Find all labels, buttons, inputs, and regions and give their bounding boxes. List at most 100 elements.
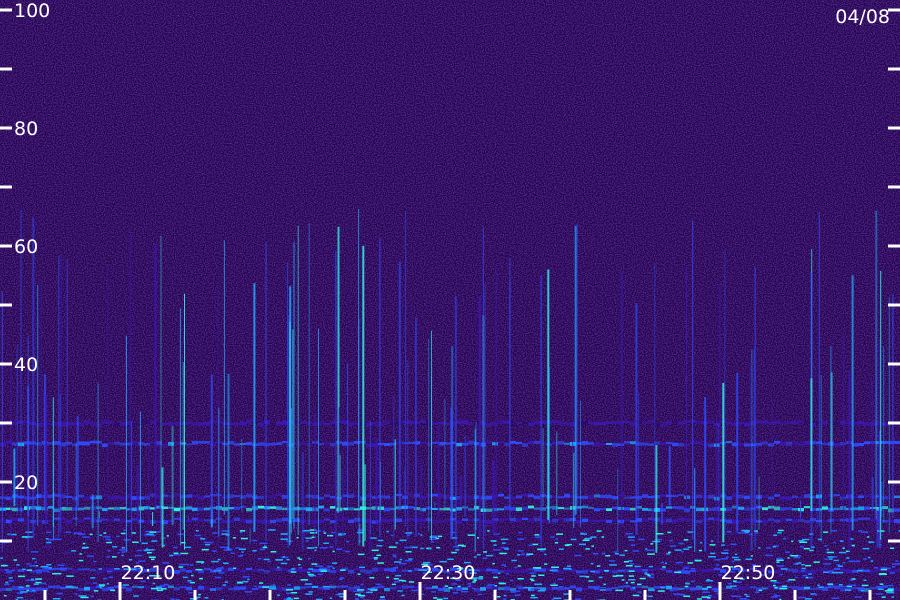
low-frequency-speck [103, 536, 111, 538]
low-frequency-speck [92, 582, 98, 584]
low-frequency-speck [219, 546, 227, 548]
band-segment [372, 422, 378, 426]
low-frequency-speck [280, 533, 289, 535]
low-frequency-speck [180, 552, 189, 555]
low-frequency-speck [405, 551, 412, 553]
low-frequency-speck [204, 597, 209, 599]
low-frequency-speck [477, 554, 481, 556]
band-segment [834, 421, 840, 426]
low-frequency-speck [311, 563, 318, 565]
low-frequency-speck [4, 595, 7, 597]
low-frequency-speck [222, 562, 226, 564]
low-frequency-speck [625, 582, 628, 584]
band-segment [738, 421, 744, 425]
low-frequency-speck [244, 591, 252, 593]
band-segment [174, 517, 180, 521]
band-segment [594, 442, 600, 447]
low-frequency-speck [182, 576, 188, 579]
low-frequency-speck [18, 586, 24, 588]
band-segment [84, 420, 90, 424]
band-segment [762, 519, 768, 524]
band-segment [822, 421, 828, 425]
low-frequency-speck [393, 556, 397, 558]
low-frequency-speck [605, 555, 611, 557]
low-frequency-speck [773, 534, 778, 536]
low-frequency-speck [395, 542, 399, 544]
band-segment [612, 442, 618, 447]
low-frequency-speck [218, 572, 225, 574]
low-frequency-speck [151, 558, 155, 561]
band-segment [894, 569, 900, 573]
low-frequency-speck [744, 593, 748, 596]
band-segment [798, 586, 804, 591]
band-segment [618, 585, 624, 589]
band-segment [348, 519, 354, 524]
band-segment [120, 496, 126, 500]
band-segment [204, 495, 210, 498]
band-segment [612, 496, 618, 500]
low-frequency-speck [411, 589, 418, 592]
low-frequency-speck [263, 558, 270, 561]
low-frequency-speck [8, 577, 13, 579]
low-frequency-speck [554, 542, 559, 544]
band-segment [384, 507, 390, 512]
band-segment [144, 585, 150, 589]
low-frequency-speck [121, 547, 125, 549]
low-frequency-speck [222, 584, 227, 586]
low-frequency-speck [837, 571, 844, 574]
band-segment [834, 494, 840, 497]
low-frequency-speck [851, 544, 855, 547]
band-segment [438, 587, 444, 592]
band-segment [24, 518, 30, 522]
band-segment [246, 567, 252, 571]
low-frequency-speck [327, 566, 330, 568]
low-frequency-speck [259, 582, 264, 584]
low-frequency-speck [650, 573, 654, 576]
band-segment [258, 519, 264, 524]
low-frequency-speck [390, 534, 394, 537]
low-frequency-speck [501, 564, 506, 566]
band-segment [804, 494, 810, 499]
band-segment [642, 585, 648, 589]
band-segment [186, 506, 192, 510]
band-segment [510, 569, 516, 573]
band-segment [786, 518, 792, 521]
band-segment [72, 517, 78, 520]
low-frequency-speck [553, 582, 556, 585]
band-segment [270, 519, 276, 524]
low-frequency-speck [592, 553, 599, 555]
band-segment [606, 587, 612, 591]
band-segment [294, 518, 300, 522]
low-frequency-speck [399, 539, 407, 542]
low-frequency-speck [797, 562, 802, 564]
low-frequency-speck [854, 596, 862, 598]
low-frequency-speck [517, 565, 521, 567]
low-frequency-speck [428, 548, 432, 550]
band-segment [114, 506, 120, 511]
band-segment [552, 420, 558, 424]
band-segment [858, 506, 864, 511]
band-segment [780, 507, 786, 511]
low-frequency-speck [682, 569, 685, 571]
band-segment [522, 506, 528, 511]
band-segment [714, 496, 720, 501]
low-frequency-speck [106, 570, 113, 573]
band-segment [234, 517, 240, 522]
band-segment [102, 508, 108, 512]
low-frequency-speck [199, 577, 203, 580]
band-segment [858, 421, 864, 425]
low-frequency-speck [674, 549, 682, 551]
low-frequency-speck [296, 537, 299, 539]
band-segment [678, 517, 684, 521]
low-frequency-speck [163, 583, 169, 586]
band-segment [834, 442, 840, 447]
low-frequency-speck [148, 556, 156, 558]
band-segment [96, 519, 102, 523]
low-frequency-speck [33, 583, 39, 585]
low-frequency-speck [564, 544, 570, 546]
low-frequency-speck [813, 561, 820, 563]
band-segment [120, 519, 126, 523]
band-segment [546, 587, 552, 591]
low-frequency-speck [856, 570, 864, 572]
low-frequency-speck [551, 568, 555, 570]
